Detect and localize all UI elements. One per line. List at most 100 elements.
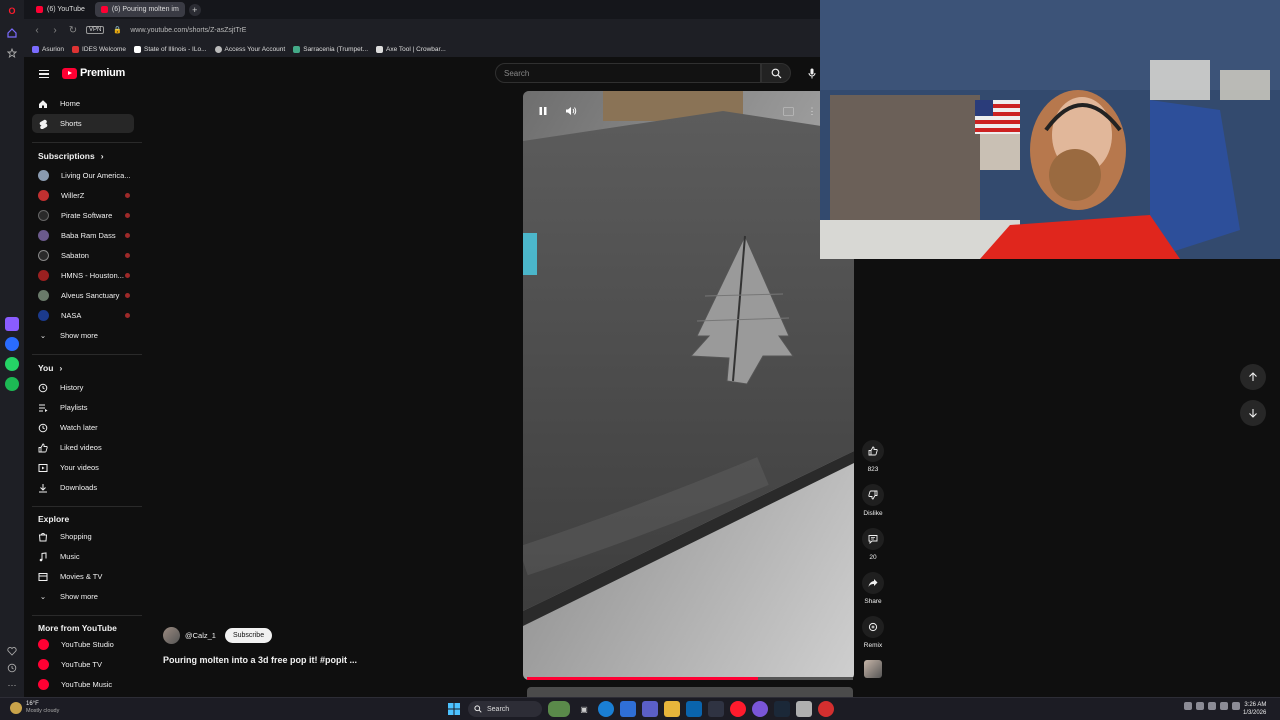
- youtube-logo[interactable]: Premium: [62, 67, 125, 79]
- video-frame: [523, 91, 854, 680]
- more-options-icon[interactable]: ⋮: [804, 103, 820, 119]
- chevron-up-icon[interactable]: [1184, 702, 1192, 710]
- volume-button[interactable]: [563, 103, 579, 119]
- spotify-icon[interactable]: [5, 377, 19, 391]
- edge-icon[interactable]: [598, 701, 614, 717]
- aria-icon[interactable]: [5, 317, 19, 331]
- teams-icon[interactable]: [642, 701, 658, 717]
- reload-icon[interactable]: ↻: [68, 25, 78, 36]
- location-icon[interactable]: [1196, 702, 1204, 710]
- subscription-item[interactable]: WillerZ: [32, 186, 134, 205]
- sidebar-item-music[interactable]: Music: [32, 547, 134, 566]
- audio-source-thumbnail[interactable]: [858, 660, 888, 678]
- bookmark-item[interactable]: Access Your Account: [214, 45, 285, 53]
- pause-button[interactable]: [535, 103, 551, 119]
- discord-icon[interactable]: [752, 701, 768, 717]
- tab-youtube[interactable]: (6) YouTube: [30, 2, 91, 17]
- search-button[interactable]: [761, 63, 791, 83]
- bookmark-item[interactable]: State of Illinois - ILo...: [134, 45, 207, 53]
- next-short-button[interactable]: [1240, 400, 1266, 426]
- previous-short-button[interactable]: [1240, 364, 1266, 390]
- sidebar-item-youtube-music[interactable]: YouTube Music: [32, 675, 134, 694]
- copilot-icon[interactable]: [620, 701, 636, 717]
- sidebar-item-liked-videos[interactable]: Liked videos: [32, 438, 134, 457]
- like-count: 823: [867, 466, 879, 473]
- progress-bar[interactable]: [527, 677, 853, 680]
- new-tab-button[interactable]: +: [188, 3, 201, 16]
- store-icon[interactable]: [708, 701, 724, 717]
- show-more-explore[interactable]: ⌄ Show more: [32, 587, 134, 606]
- scroll-up-icon[interactable]: ▲: [140, 91, 146, 93]
- bookmark-item[interactable]: IDES Welcome: [72, 45, 126, 53]
- home-icon[interactable]: [5, 26, 19, 40]
- file-explorer-icon[interactable]: [664, 701, 680, 717]
- sidebar-item-shorts[interactable]: Shorts: [32, 114, 134, 133]
- messenger-icon[interactable]: [5, 337, 19, 351]
- widgets-icon[interactable]: [548, 701, 570, 717]
- volume-icon[interactable]: [1220, 702, 1228, 710]
- bookmark-item[interactable]: Asurion: [32, 45, 64, 53]
- taskbar-search[interactable]: Search: [468, 701, 542, 717]
- search-input[interactable]: Search: [495, 63, 761, 83]
- steam-icon[interactable]: [774, 701, 790, 717]
- bookmark-item[interactable]: Axe Tool | Crowbar...: [376, 45, 446, 53]
- voice-search-button[interactable]: [804, 63, 820, 83]
- subscribe-button[interactable]: Subscribe: [224, 628, 273, 643]
- sidebar-item-home[interactable]: Home: [32, 94, 134, 113]
- record-app-icon[interactable]: [818, 701, 834, 717]
- windows-start-icon[interactable]: [446, 701, 462, 717]
- like-button[interactable]: 823: [858, 440, 888, 473]
- clock[interactable]: 3:26 AM 1/3/2026: [1243, 701, 1266, 717]
- subscription-item[interactable]: NASA: [32, 306, 134, 325]
- opera-logo-icon[interactable]: O: [5, 4, 19, 18]
- channel-name[interactable]: @Calz_1: [185, 631, 216, 640]
- url-field[interactable]: www.youtube.com/shorts/Z-asZsjtTrE: [130, 27, 246, 34]
- star-icon[interactable]: [5, 46, 19, 60]
- subscription-item[interactable]: Alveus Sanctuary: [32, 286, 134, 305]
- task-view-icon[interactable]: ▣: [576, 701, 592, 717]
- sidebar-item-watch-later[interactable]: Watch later: [32, 418, 134, 437]
- remix-button[interactable]: Remix: [858, 616, 888, 649]
- sidebar-item-shopping[interactable]: Shopping: [32, 527, 134, 546]
- subscriptions-heading[interactable]: Subscriptions ›: [38, 151, 104, 161]
- more-icon[interactable]: ⋯: [5, 678, 19, 692]
- shorts-video-player[interactable]: [523, 91, 854, 680]
- outlook-icon[interactable]: [686, 701, 702, 717]
- lock-icon[interactable]: 🔒: [112, 26, 122, 34]
- clock-time: 3:26 AM: [1244, 702, 1267, 708]
- heart-icon[interactable]: [5, 644, 19, 658]
- sidebar-item-downloads[interactable]: Downloads: [32, 478, 134, 497]
- share-button[interactable]: Share: [858, 572, 888, 605]
- history-rail-icon[interactable]: [5, 661, 19, 675]
- subscription-item[interactable]: HMNS - Houston...: [32, 266, 134, 285]
- vpn-badge[interactable]: VPN: [86, 26, 105, 34]
- menu-icon[interactable]: [39, 70, 49, 78]
- bookmark-item[interactable]: Sarracenia (Trumpet...: [293, 45, 368, 53]
- comments-button[interactable]: 20: [858, 528, 888, 561]
- sidebar-item-your-videos[interactable]: Your videos: [32, 458, 134, 477]
- sidebar-item-movies-tv[interactable]: Movies & TV: [32, 567, 134, 586]
- captions-button[interactable]: [780, 103, 796, 119]
- show-more-subscriptions[interactable]: ⌄ Show more: [32, 326, 134, 345]
- back-icon[interactable]: ‹: [32, 25, 42, 36]
- opera-icon[interactable]: [730, 701, 746, 717]
- channel-avatar[interactable]: [163, 627, 180, 644]
- you-heading[interactable]: You ›: [38, 363, 62, 373]
- forward-icon[interactable]: ›: [50, 25, 60, 36]
- battery-icon[interactable]: [1232, 702, 1240, 710]
- short-title[interactable]: Pouring molten into a 3d free pop it! #p…: [163, 655, 357, 665]
- subscription-item[interactable]: Pirate Software: [32, 206, 134, 225]
- sidebar-item-history[interactable]: History: [32, 378, 134, 397]
- sidebar-item-youtube-tv[interactable]: YouTube TV: [32, 655, 134, 674]
- sidebar-item-playlists[interactable]: Playlists: [32, 398, 134, 417]
- subscription-item[interactable]: Living Our America...: [32, 166, 134, 185]
- subscription-item[interactable]: Baba Ram Dass: [32, 226, 134, 245]
- app-icon[interactable]: [796, 701, 812, 717]
- sidebar-item-youtube-studio[interactable]: YouTube Studio: [32, 635, 134, 654]
- weather-widget[interactable]: 16°F Mostly cloudy: [10, 701, 59, 715]
- tab-short[interactable]: (6) Pouring molten im: [94, 2, 185, 17]
- dislike-button[interactable]: Dislike: [858, 484, 888, 517]
- network-icon[interactable]: [1208, 702, 1216, 710]
- whatsapp-icon[interactable]: [5, 357, 19, 371]
- subscription-item[interactable]: Sabaton: [32, 246, 134, 265]
